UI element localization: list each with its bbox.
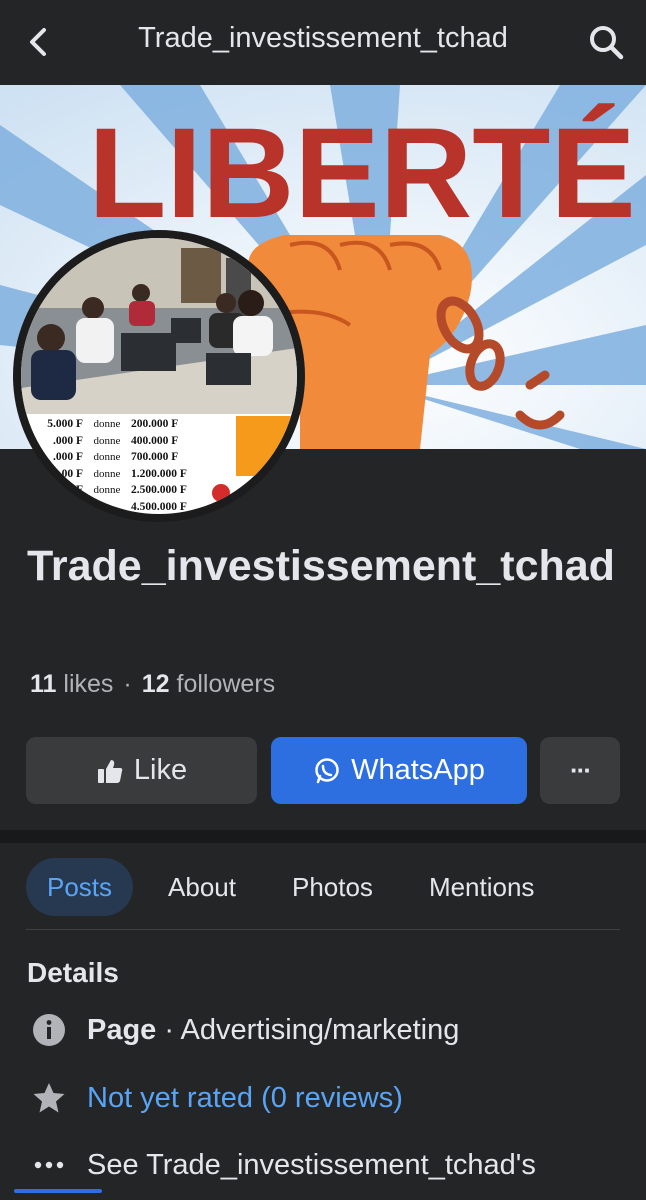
- see-more-row[interactable]: See Trade_investissement_tchad's: [30, 1146, 536, 1184]
- whatsapp-icon: [313, 757, 341, 785]
- likes-label: likes: [63, 670, 114, 698]
- star-icon: [30, 1079, 68, 1117]
- tab-posts[interactable]: Posts: [26, 858, 134, 916]
- like-button[interactable]: Like: [26, 737, 257, 804]
- price-row: .000 Fdonne 400.000 F: [52, 434, 179, 447]
- price-row: 00 Fdonne 1.200.000 F: [61, 467, 187, 480]
- separator-dot: ·: [123, 670, 132, 698]
- price-row: 4.500.000 F: [131, 500, 187, 513]
- page-category-row: Page · Advertising/marketing: [30, 1011, 459, 1049]
- details-heading: Details: [27, 957, 119, 988]
- page-stats[interactable]: 11 likes · 12 followers: [30, 670, 275, 699]
- ellipsis-icon: [30, 1146, 68, 1184]
- cover-headline: LIBERTÉ: [88, 102, 636, 245]
- rating-link[interactable]: Not yet rated (0 reviews): [87, 1082, 403, 1115]
- whatsapp-label: WhatsApp: [351, 754, 485, 786]
- profile-tabs: Posts About Photos Mentions: [26, 858, 569, 916]
- tabs-divider: [26, 929, 620, 930]
- more-icon: ···: [570, 755, 592, 785]
- search-icon[interactable]: [586, 22, 626, 62]
- likes-count: 11: [30, 670, 57, 698]
- like-label: Like: [133, 754, 188, 786]
- followers-count: 12: [141, 670, 170, 698]
- tab-photos[interactable]: Photos: [271, 858, 394, 916]
- top-bar: Trade_investissement_tchad: [0, 0, 646, 85]
- thumbs-up-icon: [96, 757, 124, 785]
- section-divider: [0, 830, 646, 843]
- followers-label: followers: [176, 670, 276, 698]
- more-options-button[interactable]: ···: [540, 737, 620, 804]
- tab-mentions[interactable]: Mentions: [408, 858, 556, 916]
- rating-row[interactable]: Not yet rated (0 reviews): [30, 1079, 403, 1117]
- whatsapp-button[interactable]: WhatsApp: [271, 737, 527, 804]
- scroll-indicator: [14, 1189, 102, 1193]
- price-row: Fdonne 2.500.000 F: [75, 484, 187, 497]
- price-row: 5.000 Fdonne 200.000 F: [47, 418, 179, 431]
- info-icon: [30, 1011, 68, 1049]
- price-list: 5.000 Fdonne 200.000 F .000 Fdonne 400.000…: [21, 416, 297, 514]
- tab-about[interactable]: About: [147, 858, 257, 916]
- price-row: .000 Fdonne 700.000 F: [52, 451, 179, 464]
- page-name: Trade_investissement_tchad: [27, 542, 615, 590]
- profile-avatar[interactable]: 5.000 Fdonne 200.000 F .000 Fdonne 400.000…: [13, 230, 305, 522]
- page-title: Trade_investissement_tchad: [138, 22, 508, 54]
- page-type-label: Page: [87, 1013, 157, 1046]
- page-category: · Advertising/marketing: [156, 1013, 460, 1046]
- see-more-label: See Trade_investissement_tchad's: [87, 1148, 536, 1181]
